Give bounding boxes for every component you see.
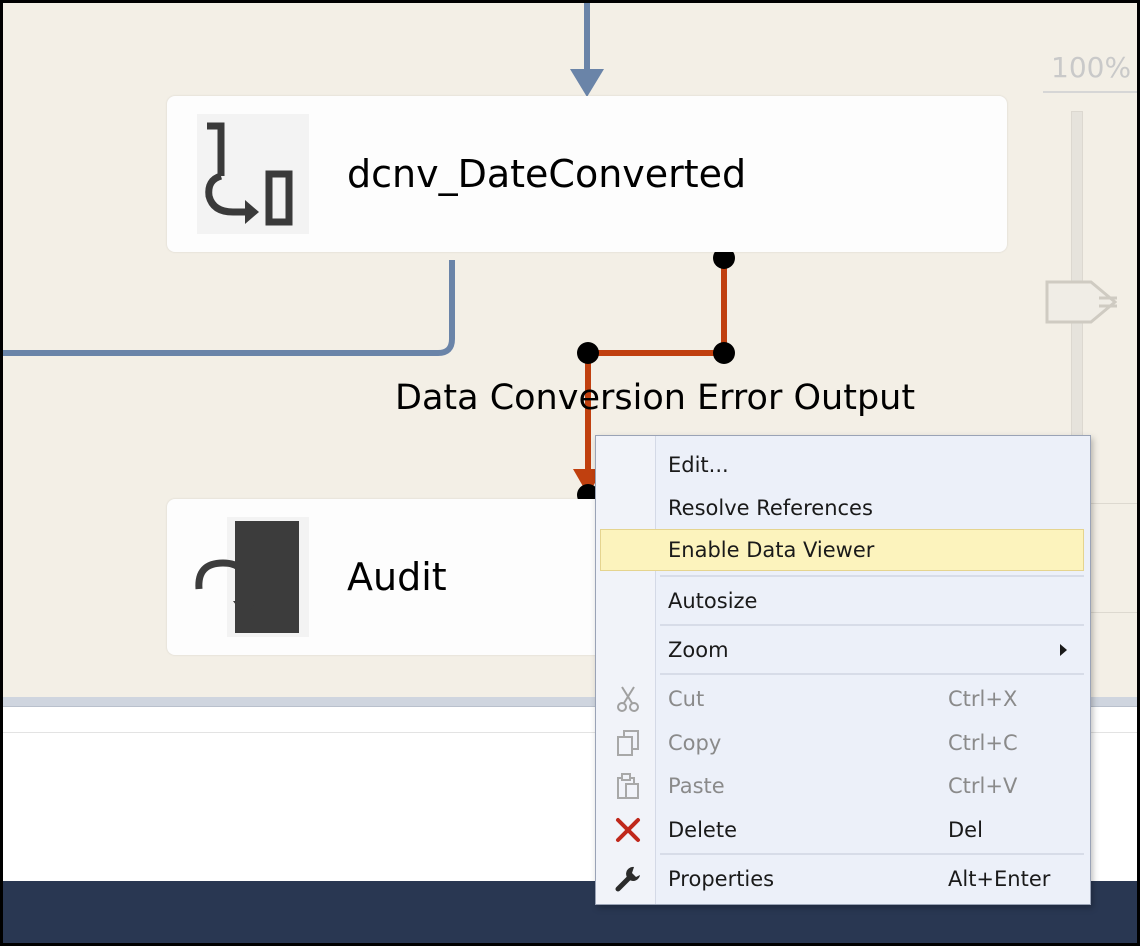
menu-item-resolve-references[interactable]: Resolve References: [600, 487, 1084, 529]
menu-item-label: Zoom: [668, 638, 729, 662]
menu-item-enable-data-viewer[interactable]: Enable Data Viewer: [600, 529, 1084, 571]
menu-item-label: Resolve References: [668, 496, 873, 520]
task-title: Audit: [347, 555, 447, 599]
menu-item-shortcut: Alt+Enter: [948, 867, 1051, 891]
zoom-slider-thumb[interactable]: [1045, 280, 1117, 324]
menu-item-label: Paste: [668, 774, 725, 798]
app-window: dcnv_DateConverted Data Conversion Error…: [0, 0, 1140, 946]
menu-separator: [660, 624, 1084, 626]
menu-separator: [660, 575, 1084, 577]
copy-icon: [617, 730, 639, 756]
task-title: dcnv_DateConverted: [347, 152, 747, 196]
menu-separator: [660, 673, 1084, 675]
menu-item-label: Autosize: [668, 589, 758, 613]
menu-item-paste[interactable]: Paste Ctrl+V: [600, 765, 1084, 807]
menu-item-label: Delete: [668, 818, 737, 842]
error-path-label[interactable]: Data Conversion Error Output: [395, 378, 915, 418]
wrench-icon: [615, 866, 640, 892]
data-conversion-icon: [197, 114, 309, 234]
context-menu: Edit... Resolve References Enable Data V…: [595, 435, 1091, 905]
menu-item-label: Properties: [668, 867, 775, 891]
menu-item-shortcut: Ctrl+X: [948, 687, 1018, 711]
menu-item-autosize[interactable]: Autosize: [600, 580, 1084, 622]
submenu-arrow-icon: [1060, 644, 1067, 656]
menu-separator: [660, 853, 1084, 855]
incoming-path-arrowhead: [570, 69, 604, 97]
zoom-divider: [1043, 91, 1137, 93]
menu-item-shortcut: Del: [948, 818, 983, 842]
menu-item-cut[interactable]: Cut Ctrl+X: [600, 678, 1084, 720]
menu-item-label: Copy: [668, 731, 722, 755]
scissors-icon: [617, 686, 639, 712]
delete-x-icon: [616, 818, 640, 842]
menu-item-edit[interactable]: Edit...: [600, 444, 1084, 486]
task-dcnv-dateconverted[interactable]: dcnv_DateConverted: [167, 96, 1007, 252]
menu-item-delete[interactable]: Delete Del: [600, 809, 1084, 851]
path-handle[interactable]: [713, 342, 735, 364]
menu-item-shortcut: Ctrl+C: [948, 731, 1018, 755]
menu-item-zoom[interactable]: Zoom: [600, 629, 1084, 671]
paste-icon: [617, 773, 639, 799]
menu-item-properties[interactable]: Properties Alt+Enter: [600, 858, 1084, 900]
menu-item-label: Enable Data Viewer: [668, 538, 875, 562]
menu-item-label: Edit...: [668, 453, 729, 477]
menu-item-shortcut: Ctrl+V: [948, 774, 1018, 798]
menu-item-label: Cut: [668, 687, 705, 711]
task-audit[interactable]: Audit: [167, 499, 617, 655]
audit-icon: [195, 517, 309, 637]
zoom-level[interactable]: 100%: [1051, 51, 1131, 84]
path-handle[interactable]: [577, 342, 599, 364]
menu-item-copy[interactable]: Copy Ctrl+C: [600, 722, 1084, 764]
outgoing-data-path[interactable]: [3, 260, 455, 356]
